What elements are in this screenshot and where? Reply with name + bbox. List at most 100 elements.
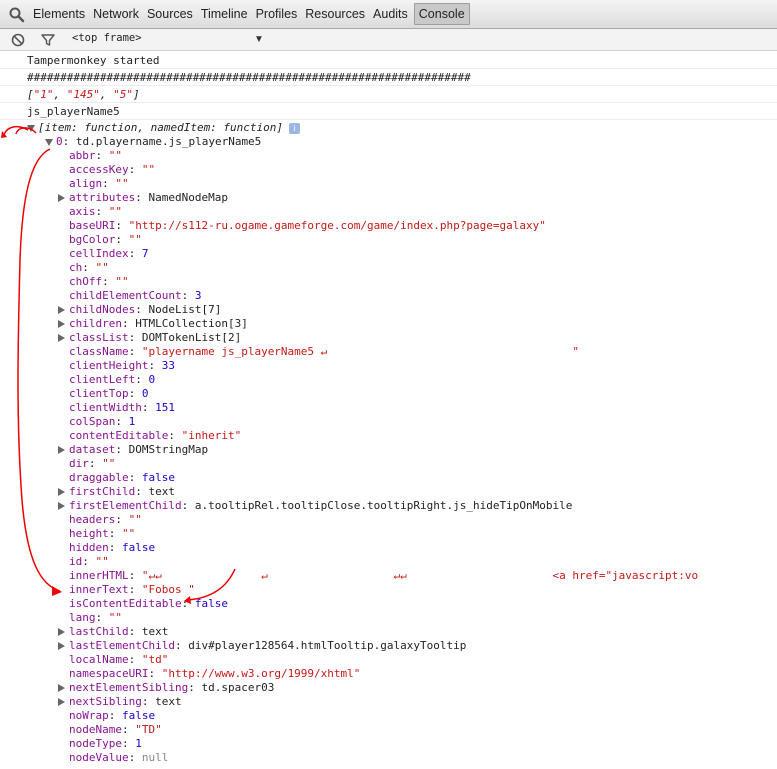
tab-sources[interactable]: Sources (143, 3, 197, 25)
message-divider (0, 102, 777, 103)
property-row-clientHeight: clientHeight: 33 (69, 359, 175, 372)
search-icon[interactable] (8, 6, 26, 24)
filter-icon[interactable] (40, 32, 56, 48)
property-key: colSpan (69, 415, 116, 428)
property-row-cellIndex: cellIndex: 7 (69, 247, 149, 260)
property-key: nodeName (69, 723, 122, 736)
property-row-classList[interactable]: classList: DOMTokenList[2] (58, 331, 242, 345)
property-value: false (122, 709, 156, 722)
root-label: [item: function, namedItem: function] (38, 121, 284, 134)
property-key: nextSibling (69, 695, 142, 708)
object-tree-child[interactable]: 0: td.playername.js_playerName5 (45, 135, 261, 149)
expand-triangle-icon[interactable] (58, 334, 65, 342)
property-row-colSpan: colSpan: 1 (69, 415, 136, 428)
expand-triangle-icon[interactable] (58, 306, 65, 314)
property-row-lastChild[interactable]: lastChild: text (58, 625, 168, 639)
property-value: NamedNodeMap (148, 191, 228, 204)
property-row-lastElementChild[interactable]: lastElementChild: div#player128564.htmlT… (58, 639, 467, 653)
property-value: null (141, 751, 169, 764)
property-row-nextSibling[interactable]: nextSibling: text (58, 695, 182, 709)
property-key: dir (69, 457, 89, 470)
tab-elements[interactable]: Elements (29, 3, 89, 25)
property-row-nextElementSibling[interactable]: nextElementSibling: td.spacer03 (58, 681, 275, 695)
property-row-firstChild[interactable]: firstChild: text (58, 485, 175, 499)
property-key: localName (69, 653, 129, 666)
frame-selector-caret-icon[interactable]: ▼ (254, 34, 264, 45)
property-key: noWrap (69, 709, 109, 722)
tab-resources[interactable]: Resources (301, 3, 369, 25)
frame-selector[interactable]: <top frame> (72, 32, 142, 44)
expand-triangle-icon[interactable] (58, 446, 65, 454)
clear-console-icon[interactable] (10, 32, 26, 48)
property-value: "↵↵ ↵ ↵↵ <a href="javascript:vo (141, 569, 699, 582)
info-icon[interactable]: i (289, 122, 301, 134)
property-value: a.tooltipRel.tooltipClose.tooltipRight.j… (194, 499, 573, 512)
property-key: innerText (69, 583, 129, 596)
collapse-triangle-icon[interactable] (27, 125, 35, 132)
expand-triangle-icon[interactable] (58, 488, 65, 496)
expand-triangle-icon[interactable] (58, 194, 65, 202)
property-key: lastElementChild (69, 639, 175, 652)
property-key: baseURI (69, 219, 116, 232)
object-tree-root[interactable]: [item: function, namedItem: function] i (27, 121, 301, 135)
property-value: text (148, 485, 175, 498)
property-key: id (69, 555, 83, 568)
tab-network[interactable]: Network (89, 3, 143, 25)
property-row-clientWidth: clientWidth: 151 (69, 401, 175, 414)
console-message: js_playerName5 (27, 105, 120, 118)
property-value: "td" (141, 653, 169, 666)
property-row-lang: lang: "" (69, 611, 122, 624)
property-key: clientLeft (69, 373, 136, 386)
property-value: 3 (194, 289, 202, 302)
property-value: 151 (155, 401, 175, 414)
property-key: isContentEditable (69, 597, 182, 610)
property-key: lastChild (69, 625, 129, 638)
property-row-attributes[interactable]: attributes: NamedNodeMap (58, 191, 228, 205)
property-row-axis: axis: "" (69, 205, 122, 218)
expand-triangle-icon[interactable] (58, 698, 65, 706)
property-row-firstElementChild[interactable]: firstElementChild: a.tooltipRel.tooltipC… (58, 499, 573, 513)
property-row-accessKey: accessKey: "" (69, 163, 156, 176)
tab-timeline[interactable]: Timeline (197, 3, 252, 25)
property-value: div#player128564.htmlTooltip.galaxyToolt… (188, 639, 467, 652)
property-row-children[interactable]: children: HTMLCollection[3] (58, 317, 248, 331)
property-row-id: id: "" (69, 555, 109, 568)
property-value: 33 (161, 359, 175, 372)
property-value: NodeList[7] (148, 303, 222, 316)
expand-triangle-icon[interactable] (58, 502, 65, 510)
property-key: className (69, 345, 129, 358)
property-value: td.spacer03 (201, 681, 275, 694)
property-key: childElementCount (69, 289, 182, 302)
property-key: dataset (69, 443, 116, 456)
property-row-nodeValue: nodeValue: null (69, 751, 169, 764)
property-value: 7 (141, 247, 149, 260)
property-row-namespaceURI: namespaceURI: "http://www.w3.org/1999/xh… (69, 667, 361, 680)
collapse-triangle-icon[interactable] (45, 139, 53, 146)
tab-profiles[interactable]: Profiles (252, 3, 302, 25)
property-key: height (69, 527, 109, 540)
expand-triangle-icon[interactable] (58, 642, 65, 650)
property-key: innerHTML (69, 569, 129, 582)
property-key: lang (69, 611, 96, 624)
property-row-childNodes[interactable]: childNodes: NodeList[7] (58, 303, 222, 317)
tab-audits[interactable]: Audits (369, 3, 412, 25)
expand-triangle-icon[interactable] (58, 320, 65, 328)
property-value: "" (108, 611, 122, 624)
expand-triangle-icon[interactable] (58, 628, 65, 636)
property-row-dataset[interactable]: dataset: DOMStringMap (58, 443, 208, 457)
property-key: nextElementSibling (69, 681, 189, 694)
property-row-align: align: "" (69, 177, 129, 190)
property-value: "" (115, 275, 129, 288)
property-value: DOMTokenList[2] (141, 331, 242, 344)
property-row-contentEditable: contentEditable: "inherit" (69, 429, 242, 442)
expand-triangle-icon[interactable] (58, 684, 65, 692)
property-key: bgColor (69, 233, 116, 246)
property-value: "" (108, 205, 122, 218)
console-message: ########################################… (27, 71, 471, 84)
property-row-dir: dir: "" (69, 457, 116, 470)
tab-console[interactable]: Console (413, 3, 470, 25)
property-row-innerText: innerText: "Fobos " (69, 583, 195, 596)
property-value: "" (102, 457, 116, 470)
property-row-nodeName: nodeName: "TD" (69, 723, 162, 736)
property-value: false (194, 597, 228, 610)
